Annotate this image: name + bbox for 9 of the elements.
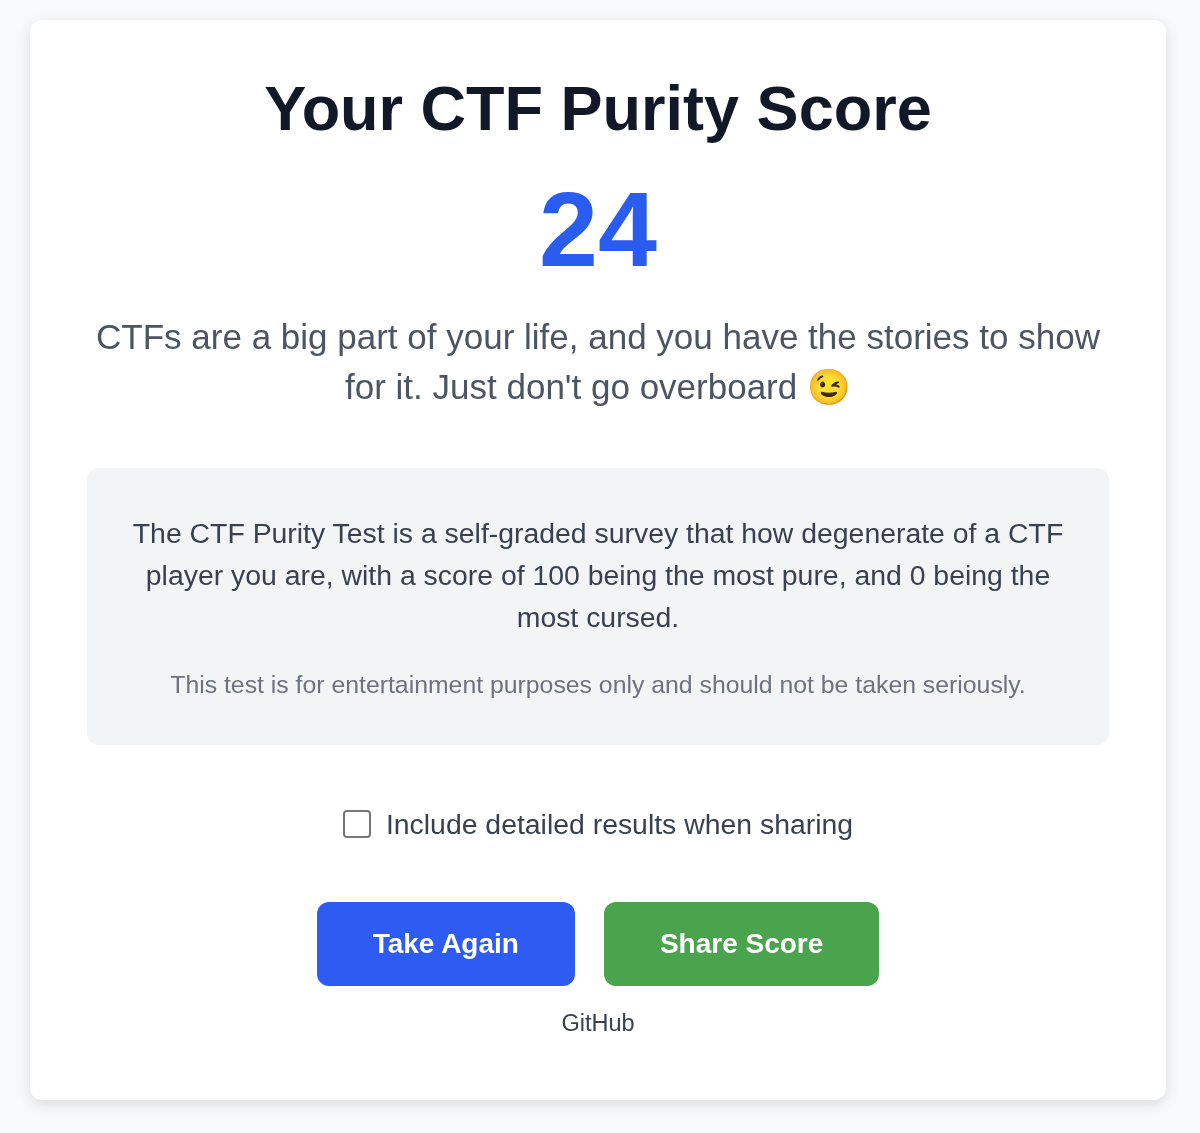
disclaimer-text: This test is for entertainment purposes only and should not be taken seriously.: [169, 670, 1027, 700]
test-description: The CTF Purity Test is a self-graded survey that how degenerate of a CTF player you are, with a score of 100 being the most pure, and 0 being the most cursed.: [131, 516, 1065, 635]
result-message: CTFs are a big part of your life, and you have the stories to show for it. Just don't go overboard 😉: [95, 316, 1101, 408]
score-value: 24: [539, 176, 657, 282]
github-link[interactable]: GitHub: [561, 1010, 635, 1036]
take-again-button[interactable]: Take Again: [316, 902, 575, 986]
checkbox-label[interactable]: Include detailed results when sharing: [385, 804, 854, 844]
checkbox[interactable]: [342, 810, 371, 838]
result-title: Your CTF Purity Score: [263, 72, 933, 145]
